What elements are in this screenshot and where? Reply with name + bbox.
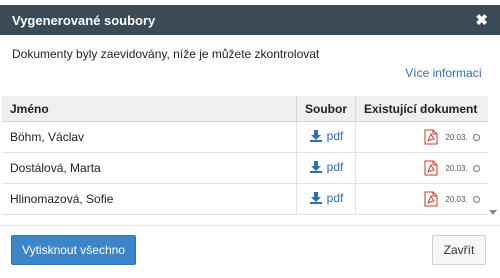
download-icon: [309, 191, 322, 204]
column-header-existing-document: Existující dokument: [355, 96, 488, 122]
dialog-header: Vygenerované soubory ✖: [0, 5, 500, 35]
status-dot-icon: [473, 164, 480, 172]
row-file-cell: pdf: [296, 183, 356, 215]
download-icon: [309, 160, 322, 173]
row-file-cell: pdf: [296, 152, 356, 184]
pdf-download-link[interactable]: pdf: [309, 190, 344, 205]
pdf-document-icon[interactable]: [424, 191, 438, 207]
column-header-name: Jméno: [2, 96, 297, 122]
status-dot-icon: [473, 195, 480, 203]
dialog-description: Dokumenty byly zaevidovány, níže je může…: [12, 47, 320, 61]
row-existing-document: 20.03.: [355, 183, 488, 215]
table-row: Dostálová, Marta pdf 20.03.: [2, 152, 488, 184]
dialog-title: Vygenerované soubory: [12, 12, 156, 28]
document-date: 20.03.: [445, 132, 468, 142]
files-table: Jméno Soubor Existující dokument Böhm, V…: [2, 96, 488, 215]
row-name: Hlinomazová, Sofie: [2, 183, 297, 215]
pdf-link-label: pdf: [326, 190, 344, 205]
more-info-link[interactable]: Více informací: [405, 66, 482, 80]
document-date: 20.03.: [445, 163, 468, 173]
pdf-document-icon[interactable]: [424, 160, 438, 176]
footer-divider: [0, 225, 500, 226]
column-header-file: Soubor: [296, 96, 356, 122]
table-header-row: Jméno Soubor Existující dokument: [2, 96, 488, 122]
scroll-down-arrow-icon[interactable]: [489, 210, 497, 215]
row-existing-document: 20.03.: [355, 152, 488, 184]
row-file-cell: pdf: [296, 121, 356, 153]
pdf-document-icon[interactable]: [424, 129, 438, 145]
close-icon[interactable]: ✖: [475, 13, 488, 28]
close-button[interactable]: Zavřít: [432, 235, 486, 265]
table-row: Hlinomazová, Sofie pdf 20.03.: [2, 183, 488, 215]
pdf-download-link[interactable]: pdf: [309, 128, 344, 143]
table-row: Böhm, Václav pdf 20.03.: [2, 121, 488, 153]
row-existing-document: 20.03.: [355, 121, 488, 153]
row-name: Dostálová, Marta: [2, 152, 297, 184]
pdf-download-link[interactable]: pdf: [309, 159, 344, 174]
print-all-button[interactable]: Vytisknout všechno: [11, 235, 136, 265]
download-icon: [309, 129, 322, 142]
document-date: 20.03.: [445, 194, 468, 204]
pdf-link-label: pdf: [326, 159, 344, 174]
status-dot-icon: [473, 133, 480, 141]
row-name: Böhm, Václav: [2, 121, 297, 153]
pdf-link-label: pdf: [326, 128, 344, 143]
